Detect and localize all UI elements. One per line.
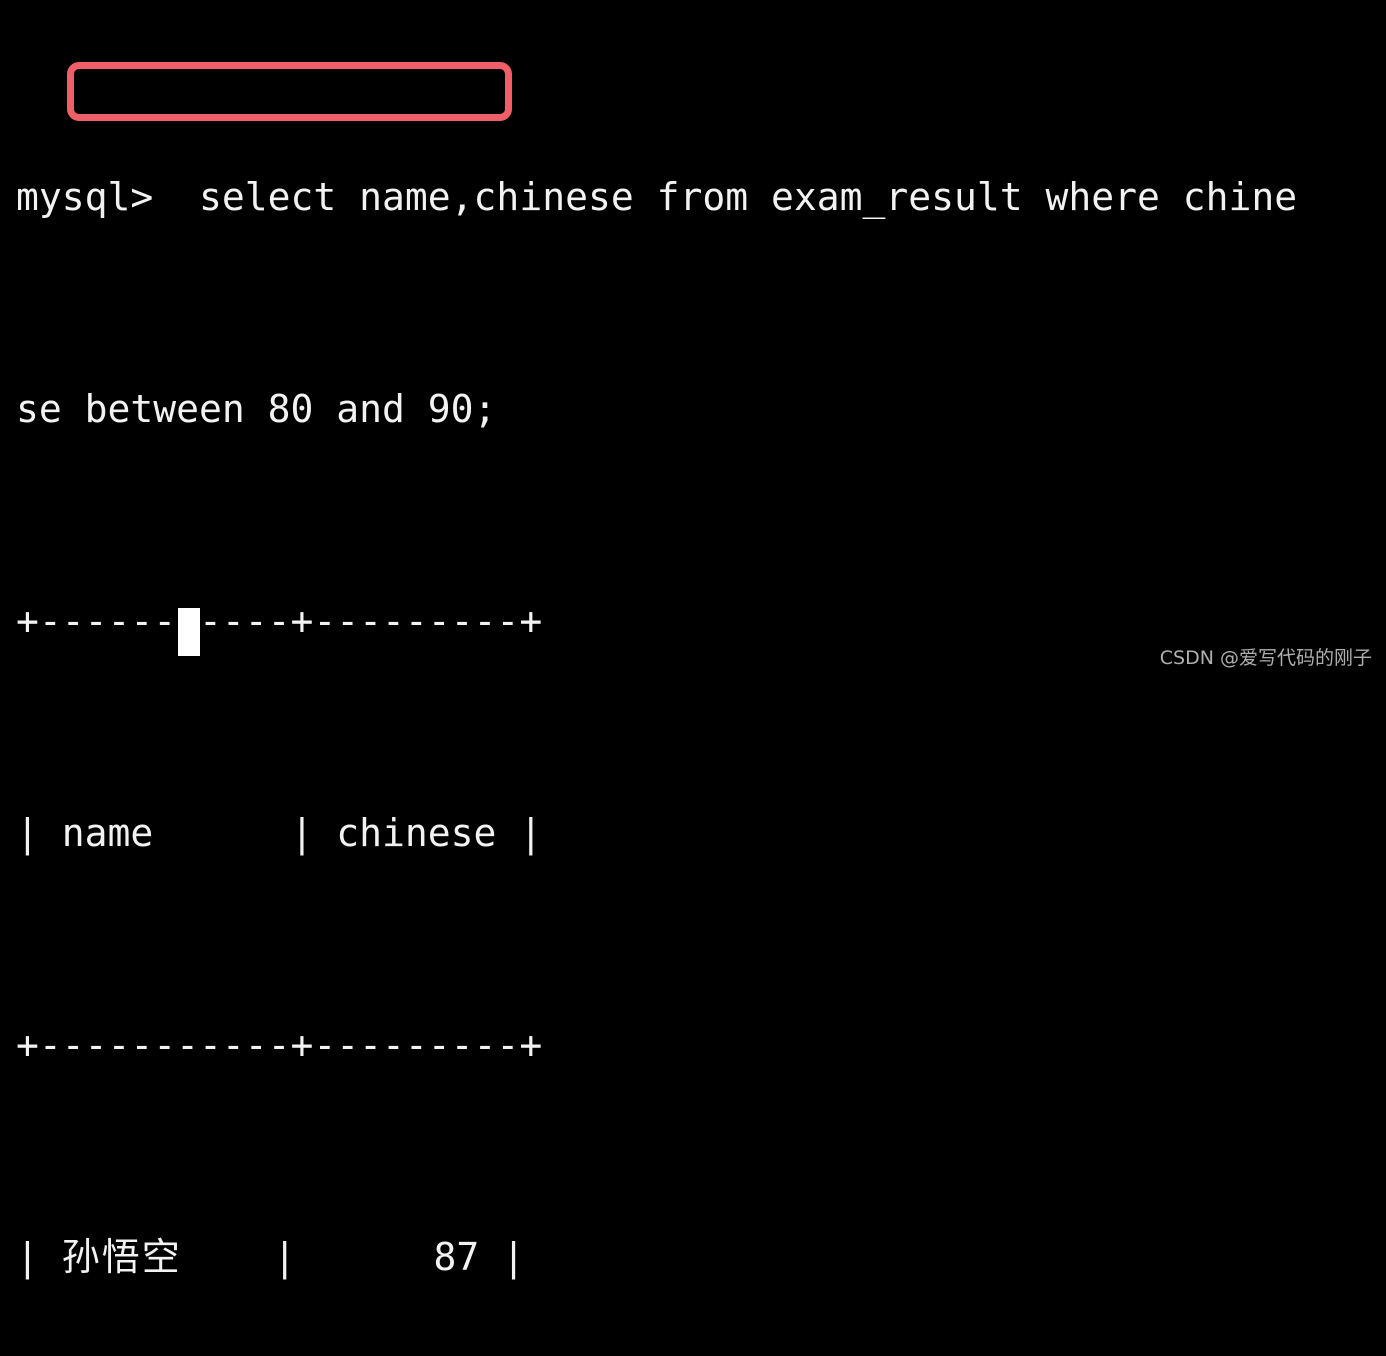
text-cursor [178,608,200,656]
table-header-separator: +-----------+---------+ [16,1023,543,1067]
command-line-2: se between 80 and 90; [16,387,497,431]
terminal-window[interactable]: mysql> select name,chinese from exam_res… [0,0,1386,1279]
table-row: | 孙悟空 | 87 | [16,1235,525,1279]
watermark: CSDN @爱写代码的刚子 [1159,647,1372,669]
table-header-row: | name | chinese | [16,811,543,855]
cjk-text: 孙悟空 [61,1235,182,1279]
terminal-output: mysql> select name,chinese from exam_res… [16,12,1386,1356]
table-top-border: +-----------+---------+ [16,599,543,643]
command-line-1: mysql> select name,chinese from exam_res… [16,175,1298,219]
